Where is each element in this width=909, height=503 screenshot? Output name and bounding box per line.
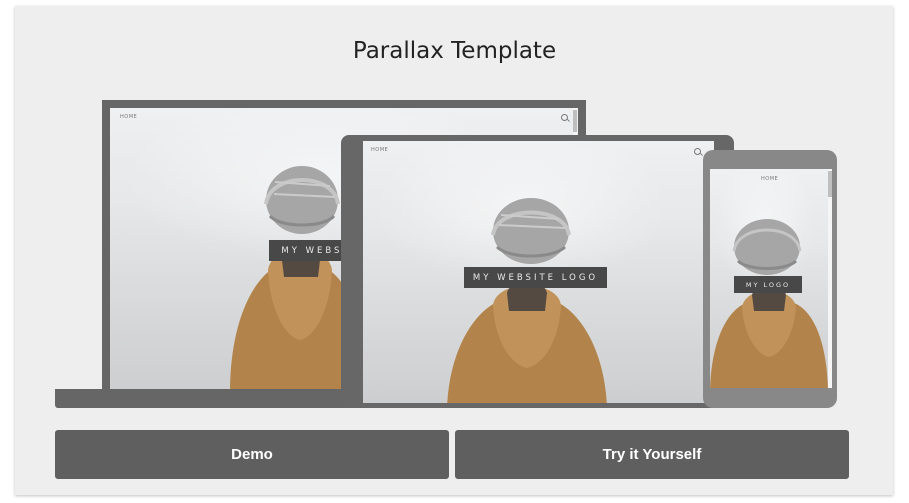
nav-home-link[interactable]: HOME bbox=[761, 176, 778, 182]
demo-button[interactable]: Demo bbox=[55, 430, 449, 479]
hiker-photo bbox=[710, 211, 828, 388]
page-title: Parallax Template bbox=[352, 38, 557, 64]
website-logo: MY WEBSITE LOGO bbox=[464, 267, 607, 288]
tablet-device: HOME MY WEBSITE LOGO bbox=[341, 135, 734, 408]
try-it-yourself-button[interactable]: Try it Yourself bbox=[455, 430, 849, 479]
scrollbar[interactable] bbox=[828, 169, 832, 388]
phone-screen: HOME MY LOGO bbox=[710, 169, 832, 388]
nav-home-link[interactable]: HOME bbox=[120, 114, 137, 120]
nav-home-link[interactable]: HOME bbox=[371, 147, 388, 153]
tablet-screen: HOME MY WEBSITE LOGO bbox=[363, 141, 714, 403]
website-logo: MY LOGO bbox=[734, 276, 802, 293]
phone-device: HOME MY LOGO bbox=[703, 150, 837, 408]
hiker-photo bbox=[447, 193, 607, 403]
search-icon[interactable] bbox=[561, 114, 568, 121]
laptop-base bbox=[55, 389, 375, 408]
search-icon[interactable] bbox=[694, 148, 701, 155]
